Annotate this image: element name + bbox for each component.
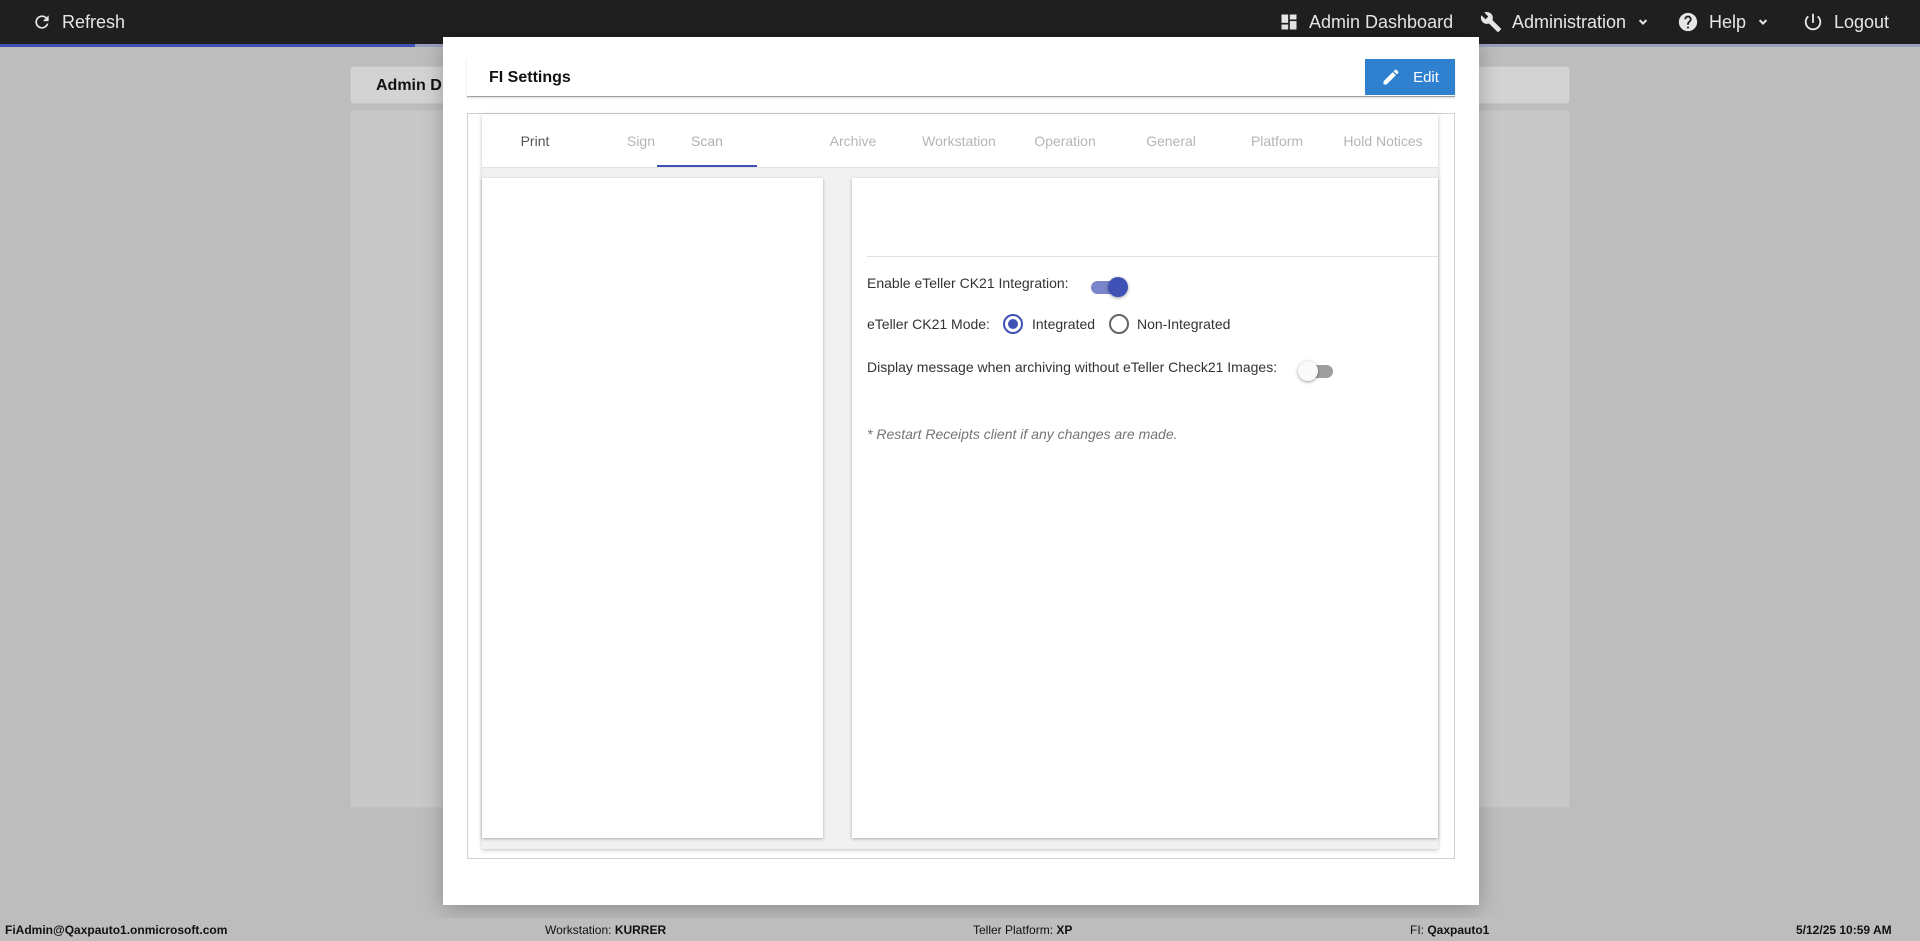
active-tab-indicator <box>657 165 757 167</box>
tab-hold-notices[interactable]: Hold Notices <box>1330 114 1436 168</box>
tab-label: Workstation <box>922 133 996 149</box>
chevron-down-icon <box>1758 19 1768 25</box>
edit-label: Edit <box>1413 68 1439 86</box>
tab-label: Operation <box>1034 133 1096 149</box>
tab-label: Hold Notices <box>1343 133 1423 149</box>
chevron-down-icon <box>1638 19 1648 25</box>
restart-note: * Restart Receipts client if any changes… <box>867 426 1178 442</box>
enable-integration-toggle[interactable] <box>1091 277 1128 297</box>
administration-menu[interactable]: Administration <box>1480 0 1650 44</box>
tab-workstation[interactable]: Workstation <box>906 114 1012 168</box>
status-datetime: 5/12/25 10:59 AM <box>1796 923 1892 937</box>
edit-button[interactable]: Edit <box>1365 59 1455 95</box>
modal-header: FI Settings Edit <box>467 59 1455 97</box>
tab-platform[interactable]: Platform <box>1224 114 1330 168</box>
settings-panel-inner: Print Sign Scan Archive Workstation Oper… <box>482 114 1438 849</box>
status-fi-value: Qaxpauto1 <box>1427 923 1490 937</box>
non-integrated-radio[interactable] <box>1109 314 1129 334</box>
background-card-title: Admin D <box>376 77 442 94</box>
non-integrated-radio-label[interactable]: Non-Integrated <box>1137 316 1230 332</box>
settings-panel: Print Sign Scan Archive Workstation Oper… <box>467 113 1455 859</box>
refresh-icon <box>35 15 49 29</box>
mode-label: eTeller CK21 Mode: <box>867 316 990 332</box>
status-platform-label: Teller Platform: <box>973 923 1057 937</box>
status-workstation-value: KURRER <box>614 923 667 937</box>
tab-label: Sign <box>626 133 656 149</box>
integrated-radio-label[interactable]: Integrated <box>1032 316 1095 332</box>
section-divider <box>867 256 1438 257</box>
display-message-toggle[interactable] <box>1298 361 1335 381</box>
scan-settings-card: Enable eTeller CK21 Integration: eTeller… <box>852 178 1438 838</box>
modal-title: FI Settings <box>489 69 571 86</box>
status-bar: FiAdmin@Qaxpauto1.onmicrosoft.com Workst… <box>0 918 1920 941</box>
status-platform: Teller Platform: XP <box>973 923 1072 937</box>
integrated-radio[interactable] <box>1003 314 1023 334</box>
toggle-knob <box>1108 277 1128 297</box>
tab-label: Platform <box>1250 133 1304 149</box>
settings-tabs: Print Sign Scan Archive Workstation Oper… <box>482 114 1438 168</box>
tab-label: Print <box>520 133 550 149</box>
wrench-icon <box>1480 12 1502 33</box>
status-fi: FI: Qaxpauto1 <box>1410 923 1489 937</box>
status-platform-value: XP <box>1056 923 1073 937</box>
logout-button[interactable]: Logout <box>1802 0 1889 44</box>
loading-progress-bar <box>0 44 415 47</box>
status-user-value: FiAdmin@Qaxpauto1.onmicrosoft.com <box>5 923 228 937</box>
tab-label: General <box>1146 133 1196 149</box>
toggle-knob <box>1298 361 1318 381</box>
status-workstation-label: Workstation: <box>545 923 615 937</box>
refresh-label: Refresh <box>62 11 126 32</box>
help-label: Help <box>1709 11 1747 32</box>
tab-label: Scan <box>691 133 723 149</box>
pencil-icon <box>1383 69 1399 85</box>
status-workstation: Workstation: KURRER <box>545 923 666 937</box>
status-user: FiAdmin@Qaxpauto1.onmicrosoft.com <box>5 923 227 937</box>
power-icon <box>1804 13 1822 31</box>
tab-print[interactable]: Print <box>482 114 588 168</box>
help-icon <box>1678 12 1698 32</box>
refresh-button[interactable]: Refresh <box>32 0 125 44</box>
tab-general[interactable]: General <box>1118 114 1224 168</box>
enable-integration-label: Enable eTeller CK21 Integration: <box>867 275 1069 291</box>
left-column-card <box>482 178 823 838</box>
help-menu[interactable]: Help <box>1677 0 1770 44</box>
administration-label: Administration <box>1512 11 1627 32</box>
fi-settings-modal: FI Settings Edit Print Sign Scan Archive… <box>443 37 1479 905</box>
tab-label: Archive <box>829 133 877 149</box>
status-datetime-value: 5/12/25 10:59 AM <box>1796 923 1892 937</box>
tab-operation[interactable]: Operation <box>1012 114 1118 168</box>
dashboard-icon <box>1281 14 1297 30</box>
tab-archive[interactable]: Archive <box>800 114 906 168</box>
display-message-label: Display message when archiving without e… <box>867 359 1278 375</box>
status-fi-label: FI: <box>1410 923 1428 937</box>
tab-scan[interactable]: Scan <box>654 114 760 168</box>
admin-dashboard-label: Admin Dashboard <box>1309 11 1454 32</box>
logout-label: Logout <box>1834 11 1890 32</box>
